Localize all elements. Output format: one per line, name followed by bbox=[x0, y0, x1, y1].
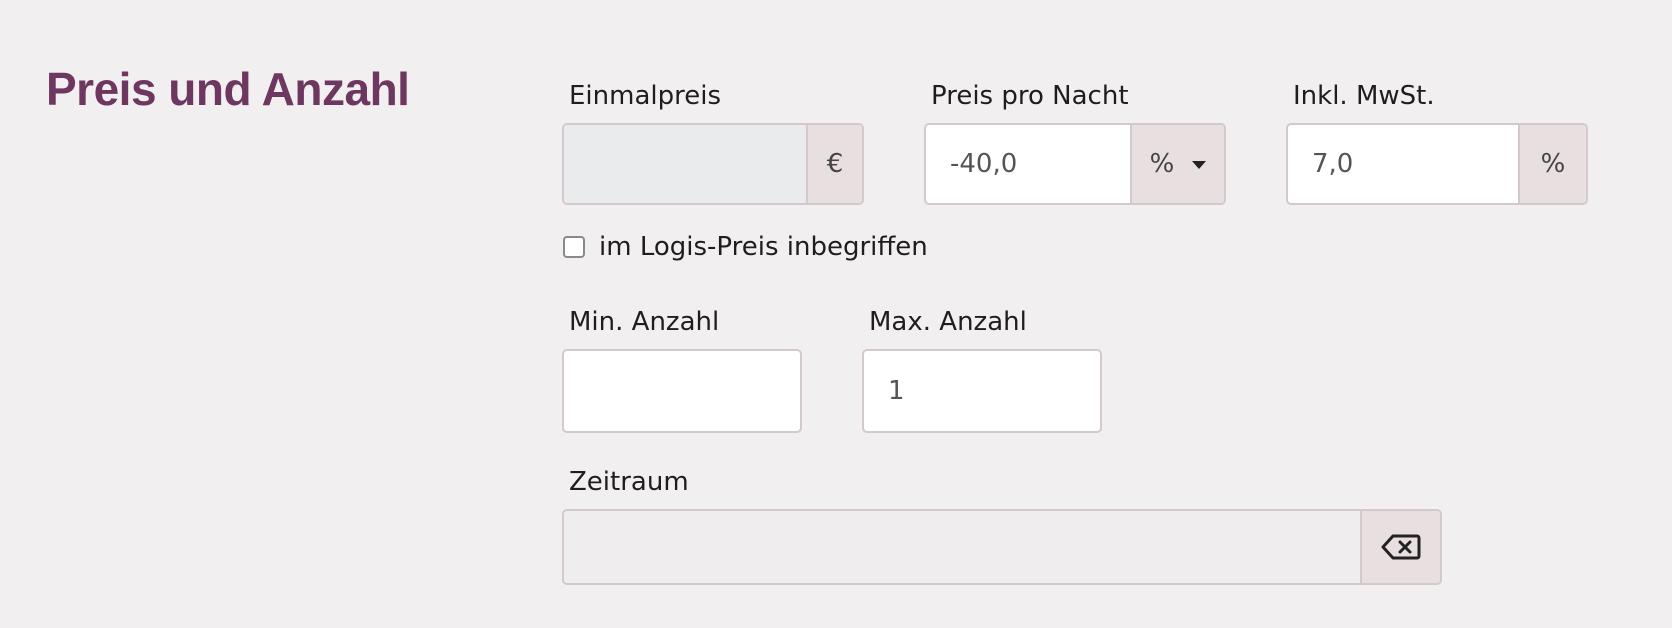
einmalpreis-currency-addon: € bbox=[806, 125, 862, 203]
preis-pro-nacht-field: % bbox=[924, 123, 1226, 205]
max-anzahl-field bbox=[862, 349, 1102, 433]
einmalpreis-label: Einmalpreis bbox=[569, 81, 722, 111]
min-anzahl-input[interactable] bbox=[564, 351, 800, 431]
logis-checkbox[interactable] bbox=[563, 236, 585, 258]
preis-pro-nacht-unit-dropdown[interactable]: % bbox=[1130, 125, 1224, 203]
zeitraum-clear-button[interactable] bbox=[1360, 511, 1440, 583]
max-anzahl-label: Max. Anzahl bbox=[869, 307, 1027, 337]
backspace-icon bbox=[1381, 534, 1421, 560]
inkl-mwst-field: % bbox=[1286, 123, 1588, 205]
preis-pro-nacht-unit: % bbox=[1149, 149, 1175, 179]
logis-checkbox-label[interactable]: im Logis-Preis inbegriffen bbox=[599, 231, 928, 263]
inkl-mwst-input[interactable] bbox=[1288, 125, 1518, 203]
zeitraum-field bbox=[562, 509, 1442, 585]
einmalpreis-input[interactable] bbox=[564, 125, 806, 203]
preis-pro-nacht-label: Preis pro Nacht bbox=[931, 81, 1129, 111]
min-anzahl-field bbox=[562, 349, 802, 433]
section-title: Preis und Anzahl bbox=[46, 63, 410, 115]
inkl-mwst-label: Inkl. MwSt. bbox=[1293, 81, 1435, 111]
max-anzahl-input[interactable] bbox=[864, 351, 1100, 431]
caret-down-icon bbox=[1192, 161, 1207, 169]
inkl-mwst-unit-addon: % bbox=[1518, 125, 1586, 203]
einmalpreis-field: € bbox=[562, 123, 864, 205]
min-anzahl-label: Min. Anzahl bbox=[569, 307, 720, 337]
zeitraum-label: Zeitraum bbox=[569, 467, 689, 497]
preis-pro-nacht-input[interactable] bbox=[926, 125, 1130, 203]
zeitraum-input[interactable] bbox=[564, 511, 1360, 583]
